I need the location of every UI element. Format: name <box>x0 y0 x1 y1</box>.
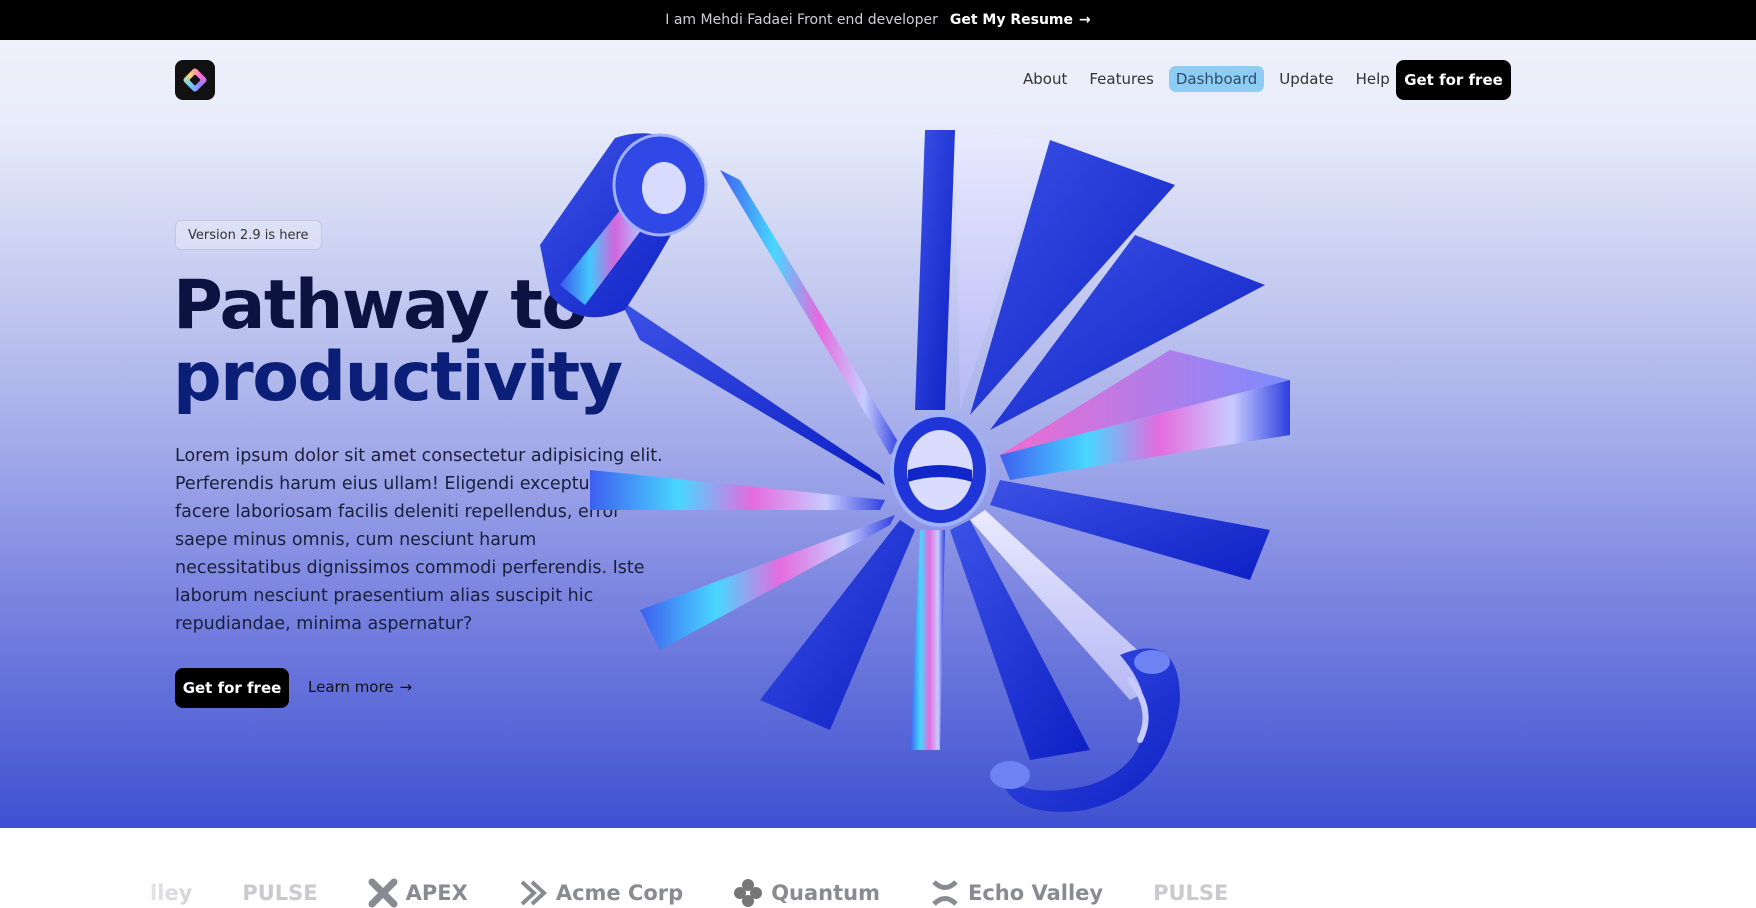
nav-about[interactable]: About <box>1016 66 1074 92</box>
get-resume-label: Get My Resume <box>949 12 1074 28</box>
logo-pulse: PULSE <box>242 881 317 905</box>
nav-help[interactable]: Help <box>1349 66 1397 92</box>
learn-more-link[interactable]: Learn more → <box>308 678 412 696</box>
arrow-right-icon: → <box>399 678 413 696</box>
cylinder-shape <box>540 133 708 318</box>
logo-acme-corp: Acme Corp <box>518 878 683 908</box>
echo-valley-x-icon <box>932 880 958 906</box>
quantum-clover-icon <box>734 879 763 907</box>
logo-text: lley <box>150 881 193 905</box>
logo-echo-valley-partial: lley <box>150 881 192 905</box>
hero-get-for-free-button[interactable]: Get for free <box>175 668 289 708</box>
logo-fade-right <box>1536 828 1756 908</box>
nav-features[interactable]: Features <box>1082 66 1161 92</box>
hero-3d-illustration <box>540 130 1290 812</box>
logo-strip: lley PULSE APEX Acme Corp Quantum Echo V… <box>0 828 1756 908</box>
logo-quantum: Quantum <box>733 878 880 908</box>
brand-logo[interactable] <box>175 60 215 100</box>
nav-update[interactable]: Update <box>1272 66 1340 92</box>
nav-dashboard[interactable]: Dashboard <box>1168 66 1265 92</box>
apex-x-icon <box>368 878 398 908</box>
logo-echo-valley: Echo Valley <box>930 878 1103 908</box>
version-badge: Version 2.9 is here <box>175 220 322 250</box>
acme-chevrons-icon <box>520 880 547 906</box>
header-get-for-free-button[interactable]: Get for free <box>1396 60 1511 100</box>
main-nav: About Features Dashboard Update Help <box>1016 66 1397 92</box>
arrow-right-icon: → <box>1079 12 1091 28</box>
logo-text: Acme Corp <box>555 881 684 905</box>
logo-text: APEX <box>405 881 468 905</box>
get-resume-link[interactable]: Get My Resume → <box>950 12 1091 28</box>
logo-text: PULSE <box>242 881 318 905</box>
logo-pulse: PULSE <box>1153 881 1228 905</box>
logo-text: Echo Valley <box>967 881 1104 905</box>
logo-text: PULSE <box>1153 881 1229 905</box>
logo-apex: APEX <box>368 878 468 908</box>
announcement-text: I am Mehdi Fadaei Front end developer <box>665 12 938 28</box>
site-header: About Features Dashboard Update Help Get… <box>0 40 1756 120</box>
logo-row: lley PULSE APEX Acme Corp Quantum Echo V… <box>150 878 1228 908</box>
learn-more-label: Learn more <box>308 678 394 696</box>
logo-text: Quantum <box>771 881 880 905</box>
diamond-logo-icon <box>182 67 208 93</box>
starburst-shape <box>590 130 1290 760</box>
announcement-bar: I am Mehdi Fadaei Front end developer Ge… <box>0 0 1756 40</box>
